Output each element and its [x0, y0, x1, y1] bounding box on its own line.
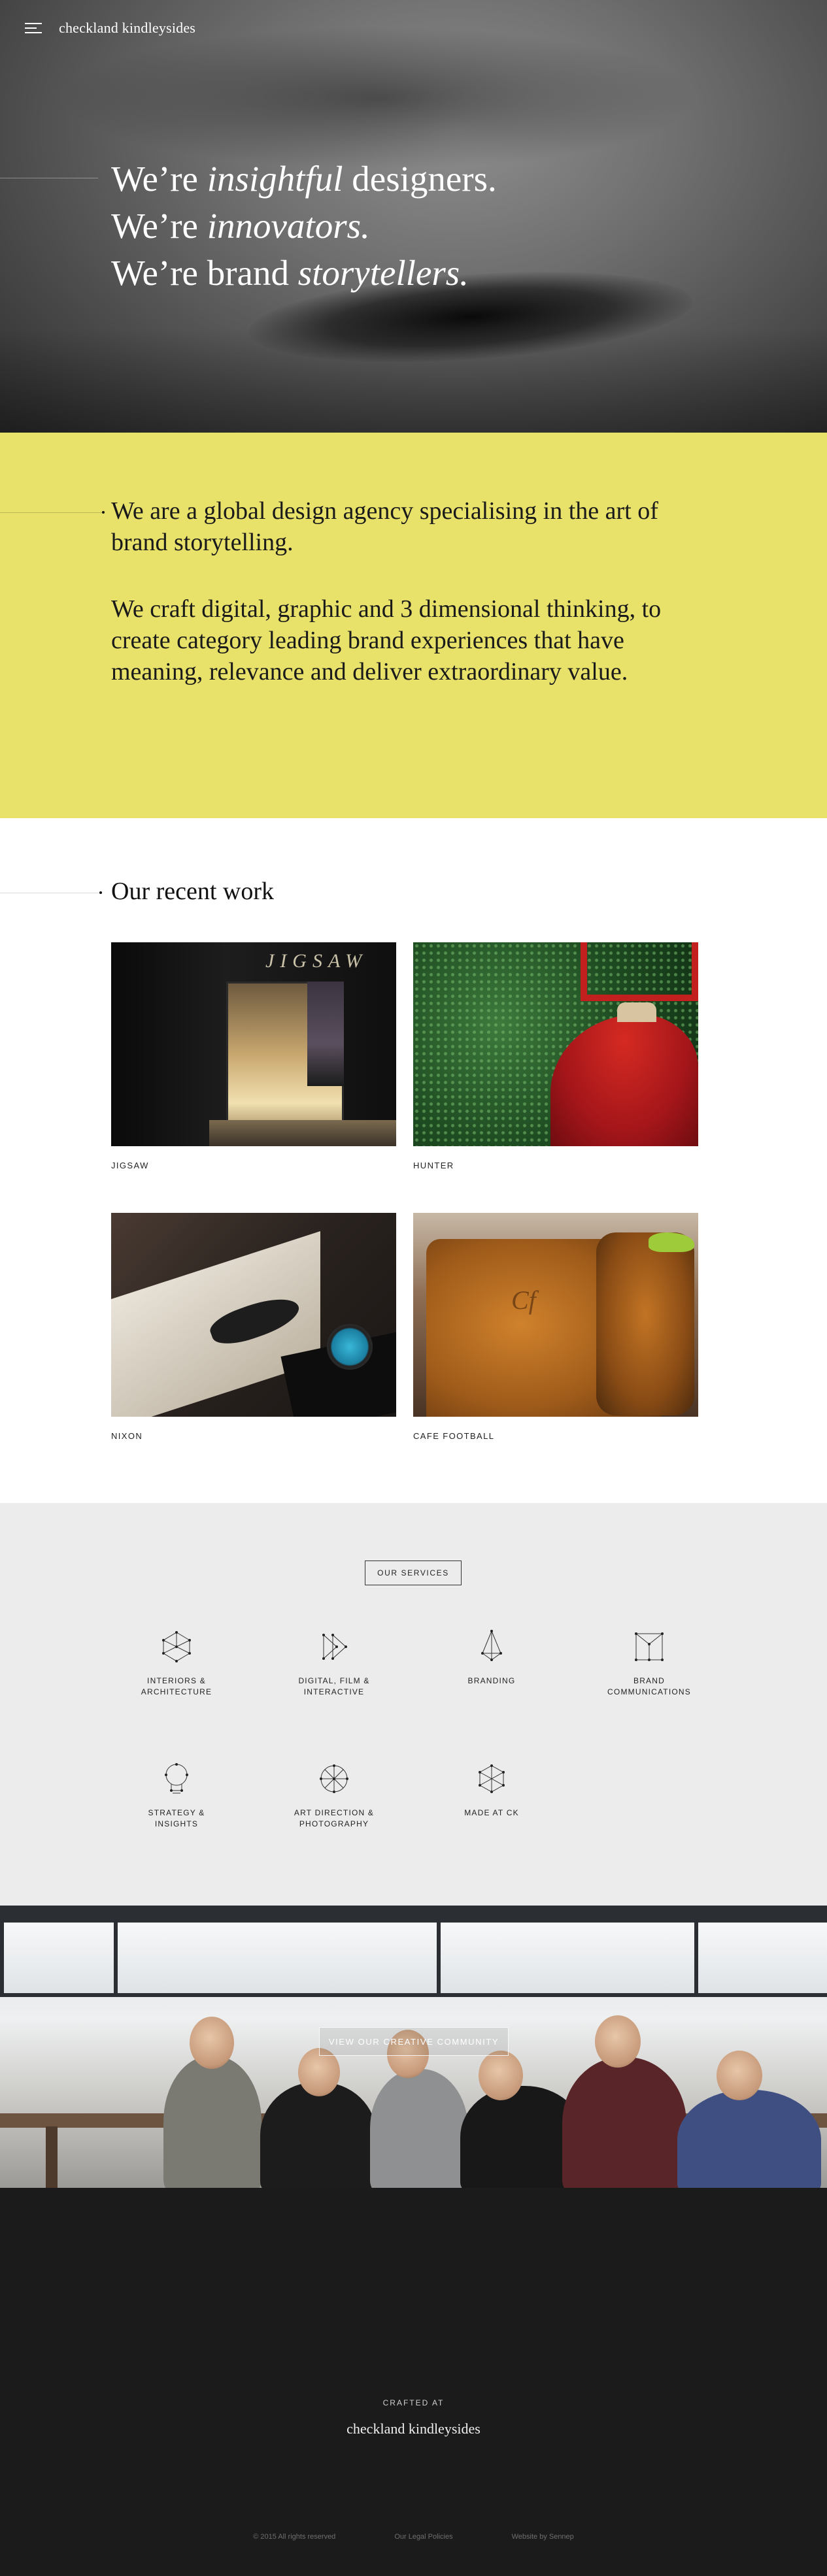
service-art-direction[interactable]: ART DIRECTION & PHOTOGRAPHY [269, 1759, 399, 1830]
work-tile-cafe-football[interactable]: Cf CAFE FOOTBALL [413, 1213, 698, 1441]
team-member [163, 2056, 262, 2188]
hero-line-1: We’re insightful designers. [111, 159, 497, 199]
jigsaw-store-sign: JIGSAW [265, 950, 368, 972]
our-services-button[interactable]: OUR SERVICES [365, 1560, 462, 1585]
recent-work-section: Our recent work JIGSAW JIGSAW HUNTER NIX… [0, 818, 827, 1503]
hero-line-2: We’re innovators. [111, 206, 370, 246]
diamond-constellation-icon [481, 1630, 502, 1661]
work-dot [99, 891, 102, 894]
intro-section: We are a global design agency specialisi… [0, 433, 827, 818]
intro-divider [0, 512, 102, 513]
nixon-image[interactable] [111, 1213, 396, 1417]
bulb-constellation-icon [165, 1763, 188, 1794]
service-label-line-1: BRAND [633, 1676, 665, 1685]
service-label-line-1: MADE AT CK [464, 1808, 519, 1817]
copyright-text: © 2015 All rights reserved [253, 2533, 336, 2541]
service-digital[interactable]: DIGITAL, FILM & INTERACTIVE [269, 1627, 399, 1698]
jigsaw-image[interactable]: JIGSAW [111, 942, 396, 1146]
team-member [677, 2090, 821, 2188]
section-title: Our recent work [111, 878, 275, 905]
service-label-line-2: INTERACTIVE [303, 1687, 365, 1696]
service-label-line-1: DIGITAL, FILM & [298, 1676, 370, 1685]
hero-eye-image [59, 26, 700, 170]
view-community-button[interactable]: VIEW OUR CREATIVE COMMUNITY [319, 2027, 509, 2056]
site-logo[interactable]: checkland kindleysides [59, 20, 195, 37]
services-section: OUR SERVICES INTERIORS & ARCHITECTURE DIG… [0, 1503, 827, 1906]
cube-constellation-icon [162, 1631, 191, 1662]
crafted-at-label: CRAFTED AT [382, 2398, 445, 2407]
footer-logo[interactable]: checkland kindleysides [0, 2420, 827, 2437]
hero-shade [0, 328, 827, 433]
hero-section: checkland kindleysides We’re insightful … [0, 0, 827, 433]
menu-icon[interactable] [25, 23, 44, 33]
work-caption[interactable]: NIXON [111, 1431, 396, 1441]
service-label-line-1: STRATEGY & [148, 1808, 205, 1817]
service-label-line-1: BRANDING [467, 1676, 516, 1685]
service-interiors[interactable]: INTERIORS & ARCHITECTURE [111, 1627, 242, 1698]
cafe-football-mark: Cf [511, 1285, 536, 1315]
service-label-line-2: INSIGHTS [154, 1819, 199, 1828]
top-nav: checkland kindleysides [25, 20, 195, 37]
square-constellation-icon [635, 1632, 664, 1661]
work-tile-nixon[interactable]: NIXON [111, 1213, 396, 1441]
intro-paragraph-2: We craft digital, graphic and 3 dimensio… [111, 595, 662, 685]
service-label-line-2: PHOTOGRAPHY [299, 1819, 369, 1828]
hunter-image[interactable] [413, 942, 698, 1146]
intro-dot [102, 511, 105, 514]
service-brand-communications[interactable]: BRAND COMMUNICATIONS [584, 1627, 715, 1698]
work-caption[interactable]: HUNTER [413, 1161, 698, 1170]
service-made-at-ck[interactable]: MADE AT CK [426, 1759, 557, 1819]
work-caption[interactable]: JIGSAW [111, 1161, 396, 1170]
legal-policies-link[interactable]: Our Legal Policies [394, 2533, 452, 2541]
team-member [260, 2082, 377, 2188]
hero-line-3: We’re brand storytellers. [111, 253, 469, 293]
team-photo-section: VIEW OUR CREATIVE COMMUNITY [0, 1906, 827, 2188]
play-constellation-icon [322, 1634, 347, 1660]
site-footer: CRAFTED AT checkland kindleysides © 2015… [0, 2188, 827, 2576]
work-caption[interactable]: CAFE FOOTBALL [413, 1431, 698, 1441]
hexagon-constellation-icon [479, 1764, 505, 1793]
hero-headline: We’re insightful designers. We’re innova… [111, 156, 497, 297]
cafe-football-image[interactable]: Cf [413, 1213, 698, 1417]
service-branding[interactable]: BRANDING [426, 1627, 557, 1687]
service-label-line-2: ARCHITECTURE [141, 1687, 212, 1696]
service-strategy[interactable]: STRATEGY & INSIGHTS [111, 1759, 242, 1830]
team-member [562, 2057, 686, 2188]
website-credit-link[interactable]: Website by Sennep [512, 2533, 574, 2541]
work-tile-jigsaw[interactable]: JIGSAW JIGSAW [111, 942, 396, 1170]
team-member [370, 2069, 468, 2188]
service-label-line-2: COMMUNICATIONS [607, 1687, 691, 1696]
grid-constellation-icon [320, 1764, 348, 1793]
intro-paragraph-1: We are a global design agency specialisi… [111, 497, 658, 556]
service-label-line-1: INTERIORS & [147, 1676, 206, 1685]
service-label-line-1: ART DIRECTION & [294, 1808, 375, 1817]
footer-links: © 2015 All rights reserved Our Legal Pol… [0, 2533, 827, 2541]
work-tile-hunter[interactable]: HUNTER [413, 942, 698, 1170]
